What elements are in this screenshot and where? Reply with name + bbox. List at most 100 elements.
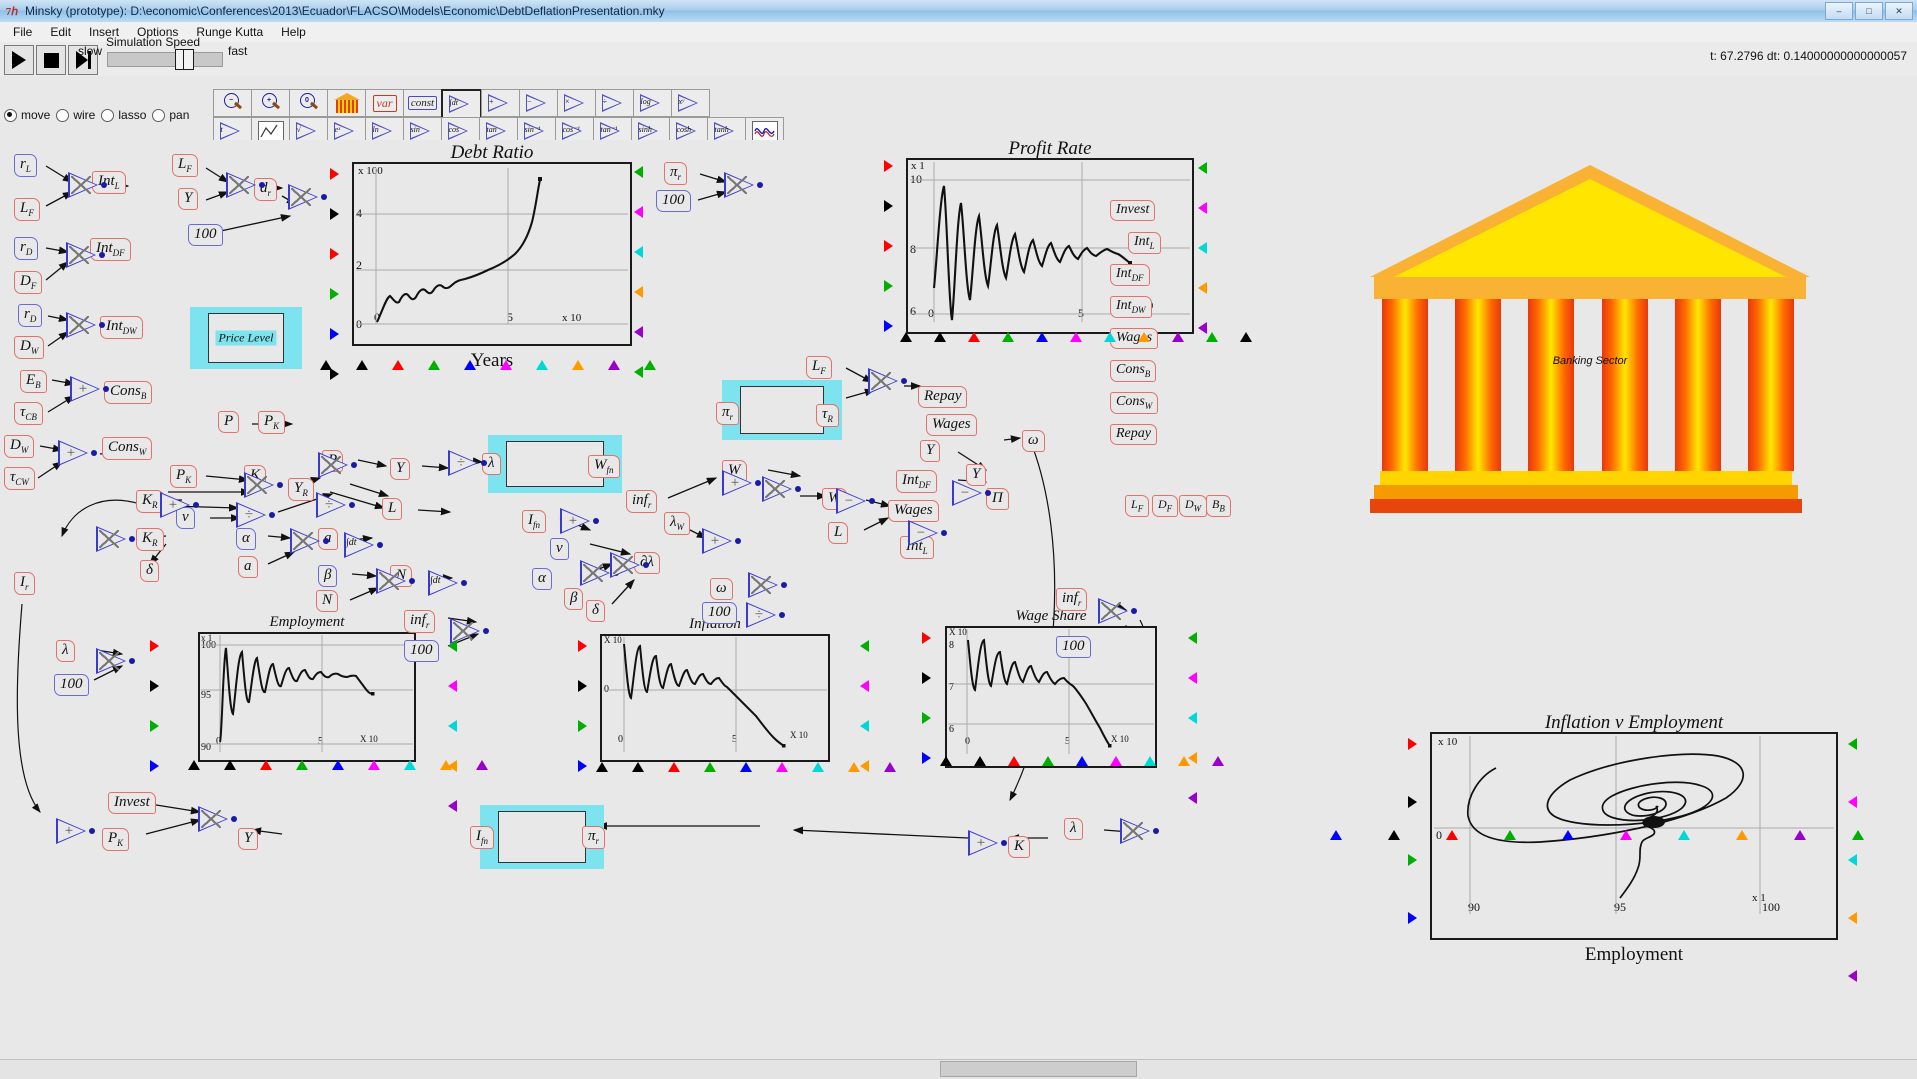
multiply-icon[interactable]: × (557, 89, 596, 117)
variable-block[interactable]: LF (806, 356, 832, 379)
integrate-icon[interactable]: ∫dt (441, 89, 482, 119)
simulation-speed-slider[interactable] (107, 52, 223, 67)
operator-minus[interactable] (908, 520, 946, 546)
variable-block[interactable]: KR (136, 528, 164, 551)
variable-block[interactable]: EB (20, 370, 47, 393)
variable-block[interactable]: PK (258, 411, 285, 434)
variable-block[interactable]: rD (18, 304, 42, 327)
variable-block[interactable]: LF (14, 198, 40, 221)
bank-input-variable[interactable]: IntDW (1110, 296, 1152, 318)
variable-block[interactable]: α (532, 568, 552, 590)
operator-x[interactable] (198, 806, 236, 832)
banking-sector-godley-table[interactable]: Banking Sector (1370, 165, 1810, 525)
horizontal-scrollbar[interactable] (940, 1061, 1137, 1077)
variable-block[interactable]: 100 (54, 674, 89, 696)
variable-block[interactable]: τCW (4, 467, 35, 490)
menu-item-edit[interactable]: Edit (41, 23, 80, 41)
variable-block[interactable]: Ir (14, 572, 35, 595)
operator-minus[interactable] (836, 488, 874, 514)
variable-block[interactable]: Y (920, 440, 940, 462)
variable-block[interactable]: v (550, 538, 569, 560)
variable-block[interactable]: ω (1022, 430, 1045, 452)
maximize-button[interactable]: □ (1855, 2, 1883, 20)
variable-block[interactable]: PK (102, 828, 129, 851)
variable-block[interactable]: P (218, 411, 239, 433)
operator-plus[interactable] (702, 528, 740, 554)
pow-icon[interactable]: xʸ (671, 89, 710, 117)
variable-block[interactable]: LF (172, 154, 198, 177)
operator-x[interactable] (1098, 598, 1136, 624)
variable-block[interactable]: τCB (14, 402, 43, 425)
bank-output-variable[interactable]: DF (1152, 495, 1178, 517)
godley-table-icon[interactable] (327, 89, 366, 117)
operator-x[interactable] (376, 568, 414, 594)
inflation-v-employment-plot[interactable]: Inflation v Employment Employment x 10 x… (1430, 732, 1838, 940)
variable-block[interactable]: ConsB (104, 381, 152, 404)
bank-output-variable[interactable]: DW (1179, 495, 1207, 517)
variable-block[interactable]: DW (4, 435, 34, 458)
variable-block[interactable]: 100 (702, 602, 737, 624)
operator-div[interactable] (448, 450, 486, 476)
model-canvas[interactable]: Price Level Debt Ratio Years x 100 x 10 … (0, 140, 1917, 1060)
operator-x[interactable] (96, 648, 134, 674)
variable-block[interactable]: β (318, 565, 337, 587)
bank-input-variable[interactable]: Wages (1110, 328, 1158, 349)
menu-item-help[interactable]: Help (272, 23, 315, 41)
variable-block[interactable]: β (564, 588, 583, 610)
subtract-icon[interactable]: − (519, 89, 558, 117)
bank-input-variable[interactable]: ConsW (1110, 392, 1158, 414)
operator-plus[interactable] (56, 818, 94, 844)
bank-output-variable[interactable]: LF (1125, 495, 1149, 517)
variable-block[interactable]: 100 (404, 640, 439, 662)
variable-block[interactable]: λ (1064, 818, 1083, 840)
variable-block[interactable]: IntDW (100, 316, 143, 339)
mode-radio-lasso[interactable]: lasso (101, 108, 146, 122)
variable-block[interactable]: IntDF (896, 470, 937, 493)
debt-ratio-plot[interactable]: Debt Ratio Years x 100 x 10 4 2 0 0 5 (352, 162, 632, 346)
variable-block[interactable]: α (236, 528, 256, 550)
variable-block[interactable]: 100 (656, 190, 691, 212)
zoom-in-icon[interactable]: + (251, 89, 290, 117)
variable-block[interactable]: πr (664, 162, 687, 185)
zoom-out-icon[interactable]: − (213, 89, 252, 117)
operator-x[interactable] (610, 552, 648, 578)
operator-x[interactable] (68, 172, 106, 198)
variable-block[interactable]: Y (390, 458, 410, 480)
operator-x[interactable] (66, 312, 104, 338)
bank-input-variable[interactable]: Invest (1110, 200, 1155, 221)
variable-block[interactable]: Repay (918, 386, 967, 408)
bank-output-variable[interactable]: BB (1206, 495, 1231, 517)
variable-block[interactable]: Wfn (588, 455, 620, 478)
variable-block[interactable]: Wages (926, 414, 977, 436)
variable-block[interactable]: K (1008, 836, 1030, 858)
variable-block[interactable]: infr (404, 610, 435, 633)
variable-block[interactable]: L (382, 498, 402, 520)
operator-x[interactable] (868, 368, 906, 394)
constant-icon[interactable]: const (403, 89, 442, 117)
variable-block[interactable]: DW (14, 336, 44, 359)
employment-plot[interactable]: Employment x 1 X 10 100 95 90 0 5 (198, 632, 416, 762)
variable-block[interactable]: δ (140, 560, 159, 582)
operator-x[interactable] (290, 528, 328, 554)
bank-input-variable[interactable]: Repay (1110, 424, 1157, 445)
zoom-reset-icon[interactable]: 0 (289, 89, 328, 117)
variable-block[interactable]: 100 (1056, 636, 1091, 658)
simulation-speed-thumb[interactable] (175, 49, 194, 70)
operator-plus[interactable] (722, 470, 760, 496)
divide-icon[interactable]: ÷ (595, 89, 634, 117)
minimize-button[interactable]: – (1825, 2, 1853, 20)
operator-plus[interactable] (560, 508, 598, 534)
bank-input-variable[interactable]: IntL (1128, 232, 1161, 254)
variable-block[interactable]: ConsW (102, 437, 152, 460)
operator-plus[interactable] (58, 440, 96, 466)
bank-input-variable[interactable]: ConsB (1110, 360, 1156, 382)
operator-plus[interactable] (70, 376, 108, 402)
operator-minus[interactable] (952, 480, 990, 506)
variable-block[interactable]: a (238, 556, 258, 578)
variable-block[interactable]: 100 (188, 224, 223, 246)
operator-integrate[interactable]: ∫dt (428, 570, 466, 596)
operator-div[interactable] (746, 602, 784, 628)
close-button[interactable]: ✕ (1885, 2, 1913, 20)
menu-item-file[interactable]: File (4, 23, 41, 41)
variable-block[interactable]: rL (14, 154, 37, 177)
